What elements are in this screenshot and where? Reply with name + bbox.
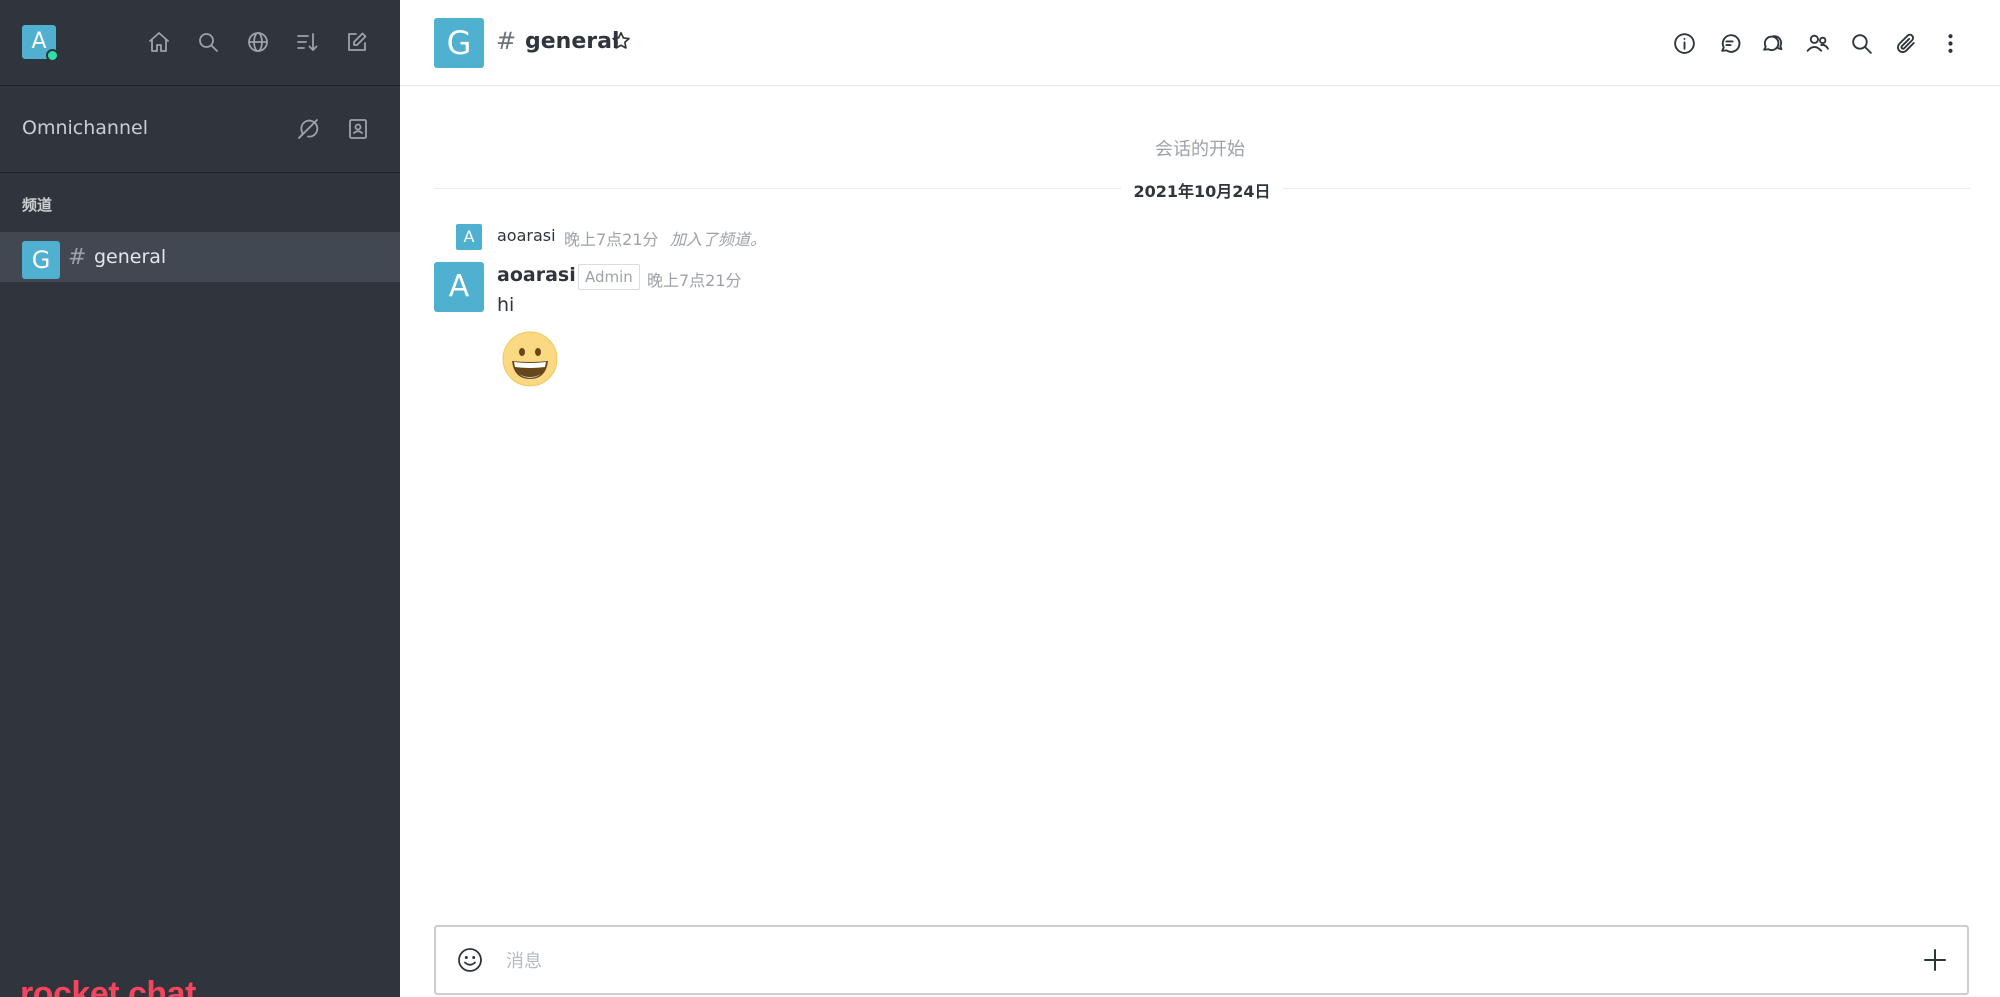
grinning-face-emoji-icon [502, 331, 558, 387]
info-icon[interactable] [1670, 29, 1698, 57]
system-message-time: 晚上7点21分 [564, 230, 659, 249]
system-message-text: 加入了频道。 [670, 230, 767, 249]
room-name: general [94, 246, 167, 268]
sidebar: A Omnichannel 频道 G # general rocket.chat [0, 0, 400, 997]
date-divider: 2021年10月24日 [434, 178, 1970, 201]
rocket-chat-logo: rocket.chat [20, 975, 196, 997]
threads-icon[interactable] [1758, 29, 1786, 57]
system-message-avatar[interactable]: A [456, 224, 482, 250]
hash-icon: # [496, 27, 517, 55]
message-avatar[interactable]: A [434, 262, 484, 312]
room-title: general [525, 29, 620, 54]
sidebar-header: A [0, 0, 400, 86]
emoji-picker-icon[interactable] [456, 946, 484, 974]
omnichannel-title: Omnichannel [22, 117, 148, 139]
search-icon[interactable] [194, 28, 222, 56]
globe-icon[interactable] [244, 28, 272, 56]
conversation-start-label: 会话的开始 [1155, 139, 1245, 160]
message-input[interactable] [506, 941, 1886, 981]
omnichannel-section: Omnichannel [0, 87, 400, 173]
room-avatar: G [22, 241, 60, 279]
system-message-user[interactable]: aoarasi [497, 226, 556, 245]
contact-center-icon[interactable] [344, 115, 372, 143]
favorite-star-icon[interactable] [610, 30, 634, 54]
room-header-avatar: G [434, 18, 484, 68]
date-label: 2021年10月24日 [1121, 182, 1283, 201]
main-area: G # general 会话的开始 2021年10月24日 A aoarasi … [400, 0, 2000, 997]
discussion-icon[interactable] [1715, 29, 1743, 57]
plus-icon[interactable] [1921, 946, 1949, 974]
kebab-menu-icon[interactable] [1936, 29, 1964, 57]
members-icon[interactable] [1803, 29, 1831, 57]
section-title-channels: 频道 [22, 196, 53, 214]
create-new-icon[interactable] [343, 28, 371, 56]
message-time: 晚上7点21分 [647, 271, 742, 290]
role-badge: Admin [578, 264, 640, 290]
room-search-icon[interactable] [1847, 29, 1875, 57]
user-avatar[interactable]: A [22, 25, 59, 62]
online-status-icon [46, 49, 59, 62]
attachment-icon[interactable] [1892, 29, 1920, 57]
message-composer [434, 925, 1969, 995]
user-avatar-initial: A [31, 29, 47, 54]
omnichannel-offline-icon[interactable] [294, 115, 322, 143]
hash-icon: # [68, 245, 87, 270]
message-body: hi [497, 294, 515, 316]
room-header: G # general [400, 0, 2000, 86]
home-icon[interactable] [145, 28, 173, 56]
sidebar-item-general[interactable]: G # general [0, 232, 400, 282]
sort-icon[interactable] [293, 28, 321, 56]
date-divider-wrap: 2021年10月24日 [434, 178, 1970, 202]
message-username[interactable]: aoarasi [497, 264, 576, 286]
